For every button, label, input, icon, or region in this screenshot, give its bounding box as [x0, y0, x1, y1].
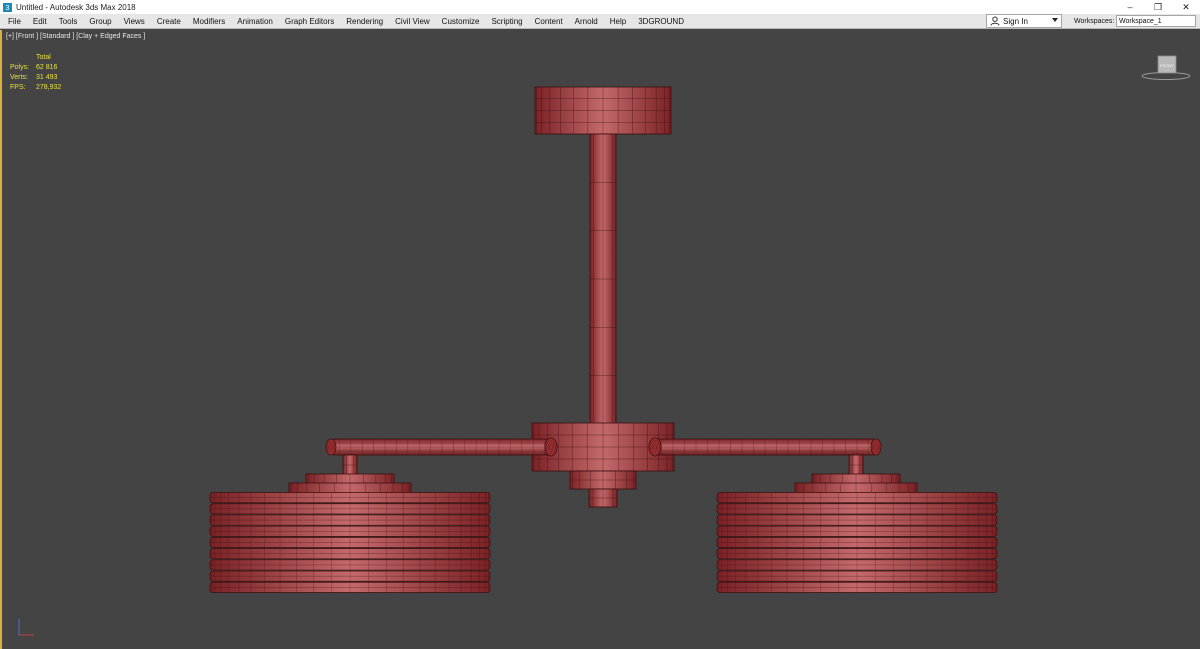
menu-file[interactable]: File: [2, 14, 27, 29]
menu-modifiers[interactable]: Modifiers: [187, 14, 231, 29]
menu-customize[interactable]: Customize: [436, 14, 486, 29]
menu-3dground[interactable]: 3DGROUND: [632, 14, 690, 29]
menu-group[interactable]: Group: [83, 14, 117, 29]
window-title: Untitled - Autodesk 3ds Max 2018: [16, 2, 136, 12]
menu-civil-view[interactable]: Civil View: [389, 14, 436, 29]
menu-create[interactable]: Create: [151, 14, 187, 29]
fps-value: 278,932: [36, 84, 62, 91]
verts-label: Verts:: [10, 74, 28, 81]
menu-scripting[interactable]: Scripting: [485, 14, 528, 29]
menu-help[interactable]: Help: [604, 14, 632, 29]
menu-items: File Edit Tools Group Views Create Modif…: [0, 14, 690, 29]
menu-rendering[interactable]: Rendering: [340, 14, 389, 29]
minimize-button[interactable]: –: [1116, 0, 1144, 14]
right-arm-joint: [648, 437, 662, 457]
chevron-down-icon: [1052, 18, 1058, 22]
window-controls: – ❐ ✕: [1116, 0, 1200, 14]
workspaces-label: Workspaces:: [1074, 18, 1115, 25]
left-arm-cap: [325, 438, 337, 456]
verts-value: 31 493: [36, 74, 58, 81]
sign-in-label: Sign In: [1003, 16, 1028, 26]
menu-arnold[interactable]: Arnold: [569, 14, 604, 29]
axis-gizmo-icon: [18, 619, 34, 636]
sign-in-dropdown[interactable]: Sign In: [986, 14, 1062, 28]
restore-button[interactable]: ❐: [1144, 0, 1172, 14]
workspace-select[interactable]: Workspace_1: [1116, 15, 1196, 27]
right-arm-cap: [870, 438, 882, 456]
polys-value: 62 816: [36, 64, 58, 71]
3dsmax-app-icon: 3: [3, 2, 12, 12]
stats-header: Total: [36, 54, 51, 61]
title-bar: 3 Untitled - Autodesk 3ds Max 2018 – ❐ ✕: [0, 0, 1200, 14]
fps-label: FPS:: [10, 84, 26, 91]
menu-animation[interactable]: Animation: [231, 14, 279, 29]
viewcube[interactable]: FRONT: [1140, 52, 1192, 82]
menu-views[interactable]: Views: [118, 14, 151, 29]
left-arm-joint: [544, 437, 558, 457]
user-icon: [990, 16, 1000, 26]
lamp-model[interactable]: [2, 30, 1200, 649]
front-viewport[interactable]: [+] [Front ] [Standard ] [Clay + Edged F…: [0, 30, 1200, 649]
stats-overlay: Total Polys: 62 816 Verts: 31 493 FPS: 278,…: [10, 53, 61, 93]
menu-tools[interactable]: Tools: [53, 14, 84, 29]
viewport-label[interactable]: [+] [Front ] [Standard ] [Clay + Edged F…: [6, 33, 145, 40]
svg-text:3: 3: [6, 5, 10, 12]
polys-label: Polys:: [10, 64, 30, 71]
app-window: 3 Untitled - Autodesk 3ds Max 2018 – ❐ ✕…: [0, 0, 1200, 649]
close-button[interactable]: ✕: [1172, 0, 1200, 14]
menu-graph-editors[interactable]: Graph Editors: [279, 14, 340, 29]
menu-content[interactable]: Content: [529, 14, 569, 29]
menu-edit[interactable]: Edit: [27, 14, 53, 29]
viewcube-face-label: FRONT: [1160, 63, 1174, 68]
